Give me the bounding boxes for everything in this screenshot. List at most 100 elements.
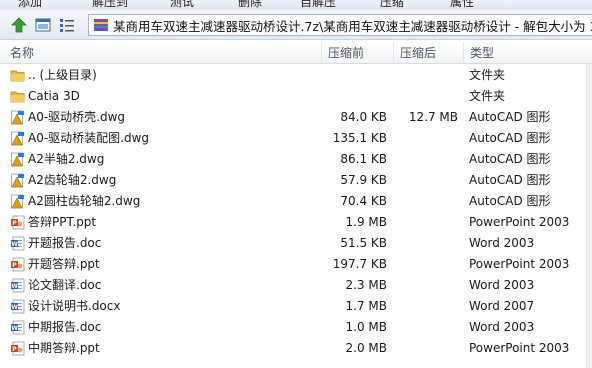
vertical-scrollbar[interactable] bbox=[586, 64, 592, 368]
word-icon: W bbox=[10, 278, 25, 293]
powerpoint-icon: P bbox=[10, 257, 25, 272]
file-name: A2圆柱齿轮轴2.dwg bbox=[28, 194, 141, 208]
file-row[interactable]: A2半轴2.dwg 86.1 KB AutoCAD 图形 bbox=[0, 149, 592, 170]
column-size-header[interactable]: 压缩前 bbox=[322, 42, 394, 64]
file-type: PowerPoint 2003 bbox=[469, 257, 570, 271]
file-name: .. (上级目录) bbox=[28, 68, 97, 82]
file-type: AutoCAD 图形 bbox=[469, 110, 551, 124]
details-list-icon bbox=[60, 19, 74, 32]
archive-icon bbox=[94, 19, 108, 31]
file-name: A0-驱动桥装配图.dwg bbox=[28, 131, 150, 145]
file-type: Word 2003 bbox=[469, 320, 535, 334]
toolbar-delete-button[interactable]: 删除 bbox=[238, 0, 262, 10]
file-packed-size: 12.7 MB bbox=[408, 110, 458, 124]
file-row[interactable]: W 设计说明书.docx 1.7 MB Word 2007 bbox=[0, 296, 592, 317]
file-row[interactable]: P 中期答辩.ppt 2.0 MB PowerPoint 2003 bbox=[0, 338, 592, 359]
svg-text:P: P bbox=[12, 262, 17, 269]
file-packed-size bbox=[396, 65, 458, 86]
file-packed-size bbox=[396, 191, 458, 212]
file-row[interactable]: W 中期报告.doc 1.0 MB Word 2003 bbox=[0, 317, 592, 338]
up-folder-button[interactable] bbox=[10, 16, 28, 34]
file-row[interactable]: W 论文翻译.doc 2.3 MB Word 2003 bbox=[0, 275, 592, 296]
svg-text:W: W bbox=[11, 283, 18, 290]
toolbar-extract-button[interactable]: 解压到 bbox=[92, 0, 128, 10]
file-name: A2半轴2.dwg bbox=[28, 152, 105, 166]
column-type-header[interactable]: 类型 bbox=[464, 42, 592, 64]
column-packed-header[interactable]: 压缩后 bbox=[394, 42, 464, 64]
svg-text:P: P bbox=[12, 220, 17, 227]
file-packed-size bbox=[396, 233, 458, 254]
file-size bbox=[322, 86, 387, 107]
toolbar-test-button[interactable]: 测试 bbox=[170, 0, 194, 10]
autocad-icon bbox=[10, 110, 25, 125]
autocad-icon bbox=[10, 194, 25, 209]
file-name: 开题答辩.ppt bbox=[28, 257, 100, 271]
file-row[interactable]: P 开题答辩.ppt 197.7 KB PowerPoint 2003 bbox=[0, 254, 592, 275]
file-size: 197.7 KB bbox=[332, 257, 387, 271]
file-name: 开题报告.doc bbox=[28, 236, 102, 250]
file-type: AutoCAD 图形 bbox=[469, 152, 551, 166]
autocad-icon bbox=[10, 131, 25, 146]
file-row[interactable]: W 开题报告.doc 51.5 KB Word 2003 bbox=[0, 233, 592, 254]
toolbar-compress-button[interactable]: 压缩 bbox=[380, 0, 404, 10]
file-name: A0-驱动桥壳.dwg bbox=[28, 110, 126, 124]
file-packed-size bbox=[396, 86, 458, 107]
file-row[interactable]: .. (上级目录) 文件夹 bbox=[0, 65, 592, 86]
svg-text:W: W bbox=[11, 241, 18, 248]
file-name: A2齿轮轴2.dwg bbox=[28, 173, 117, 187]
file-packed-size bbox=[396, 128, 458, 149]
column-name-header[interactable]: 名称 bbox=[4, 42, 322, 64]
file-type: AutoCAD 图形 bbox=[469, 131, 551, 145]
file-packed-size bbox=[396, 170, 458, 191]
file-size: 86.1 KB bbox=[340, 152, 387, 166]
svg-text:P: P bbox=[12, 346, 17, 353]
file-name: Catia 3D bbox=[28, 89, 80, 103]
file-row[interactable]: A2齿轮轴2.dwg 57.9 KB AutoCAD 图形 bbox=[0, 170, 592, 191]
powerpoint-icon: P bbox=[10, 215, 25, 230]
address-bar: 某商用车双速主减速器驱动桥设计.7z\某商用车双速主减速器驱动桥设计 - 解包大… bbox=[0, 10, 592, 40]
file-row[interactable]: A2圆柱齿轮轴2.dwg 70.4 KB AutoCAD 图形 bbox=[0, 191, 592, 212]
toolbar-properties-button[interactable]: 属性 bbox=[450, 0, 474, 10]
file-size: 84.0 KB bbox=[340, 110, 387, 124]
toolbar-add-button[interactable]: 添加 bbox=[18, 0, 42, 10]
folder-icon bbox=[10, 68, 25, 83]
word-icon: W bbox=[10, 236, 25, 251]
file-type: Word 2007 bbox=[469, 299, 535, 313]
toolbar: 添加 解压到 测试 删除 自解压 压缩 属性 bbox=[0, 0, 592, 10]
file-packed-size bbox=[396, 275, 458, 296]
file-size: 1.9 MB bbox=[345, 215, 387, 229]
file-size: 51.5 KB bbox=[340, 236, 387, 250]
file-row[interactable]: P 答辩PPT.ppt 1.9 MB PowerPoint 2003 bbox=[0, 212, 592, 233]
file-type: AutoCAD 图形 bbox=[469, 173, 551, 187]
window-view-icon bbox=[35, 18, 51, 32]
file-size: 1.0 MB bbox=[345, 320, 387, 334]
up-arrow-icon bbox=[11, 17, 27, 33]
file-size: 1.7 MB bbox=[345, 299, 387, 313]
autocad-icon bbox=[10, 173, 25, 188]
powerpoint-icon: P bbox=[10, 341, 25, 356]
file-row[interactable]: Catia 3D 文件夹 bbox=[0, 86, 592, 107]
file-packed-size bbox=[396, 296, 458, 317]
file-type: Word 2003 bbox=[469, 278, 535, 292]
svg-text:W: W bbox=[11, 325, 18, 332]
autocad-icon bbox=[10, 152, 25, 167]
file-size: 70.4 KB bbox=[340, 194, 387, 208]
file-row[interactable]: A0-驱动桥装配图.dwg 135.1 KB AutoCAD 图形 bbox=[0, 128, 592, 149]
file-packed-size bbox=[396, 212, 458, 233]
list-view-button[interactable] bbox=[58, 16, 76, 34]
file-row[interactable]: A0-驱动桥壳.dwg 84.0 KB 12.7 MB AutoCAD 图形 bbox=[0, 107, 592, 128]
toolbar-sfx-button[interactable]: 自解压 bbox=[300, 0, 336, 10]
file-size: 57.9 KB bbox=[340, 173, 387, 187]
view-button[interactable] bbox=[34, 16, 52, 34]
column-header: 名称 压缩前 压缩后 类型 bbox=[0, 42, 592, 64]
file-packed-size bbox=[396, 338, 458, 359]
file-size bbox=[322, 65, 387, 86]
file-size: 135.1 KB bbox=[332, 131, 387, 145]
file-packed-size bbox=[396, 149, 458, 170]
file-packed-size bbox=[396, 317, 458, 338]
file-list: .. (上级目录) 文件夹 Catia 3D 文件夹 A0-驱动桥壳.dwg 8… bbox=[0, 65, 592, 359]
folder-icon bbox=[10, 89, 25, 104]
path-field[interactable]: 某商用车双速主减速器驱动桥设计.7z\某商用车双速主减速器驱动桥设计 - 解包大… bbox=[88, 14, 592, 36]
file-size: 2.3 MB bbox=[345, 278, 387, 292]
svg-text:W: W bbox=[11, 304, 18, 311]
